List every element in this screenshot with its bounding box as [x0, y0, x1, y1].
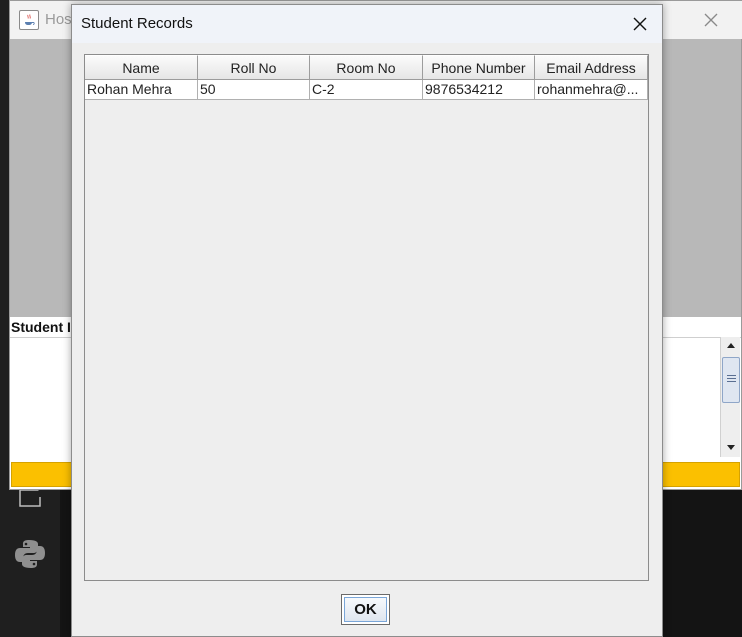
close-icon[interactable] [700, 9, 722, 31]
file-icon[interactable] [18, 488, 44, 508]
column-header-name[interactable]: Name [85, 55, 198, 80]
java-icon [19, 10, 39, 30]
python-icon[interactable] [14, 538, 46, 570]
table-cell[interactable]: 9876534212 [423, 80, 535, 100]
column-header-roll-no[interactable]: Roll No [198, 55, 310, 80]
dialog-title: Student Records [81, 15, 193, 32]
vertical-scrollbar[interactable] [720, 337, 740, 457]
table-header: Name Roll No Room No Phone Number Email … [85, 55, 648, 80]
column-header-email-address[interactable]: Email Address [535, 55, 648, 80]
table-row[interactable]: Rohan Mehra 50 C-2 9876534212 rohanmehra… [85, 80, 648, 100]
table-cell[interactable]: rohanmehra@... [535, 80, 648, 100]
table-body: Rohan Mehra 50 C-2 9876534212 rohanmehra… [85, 80, 648, 100]
records-table[interactable]: Name Roll No Room No Phone Number Email … [84, 54, 649, 581]
section-label: Student I [11, 319, 71, 335]
close-icon[interactable] [629, 13, 651, 35]
dialog-titlebar[interactable]: Student Records [72, 5, 662, 43]
ok-button-label: OK [344, 597, 387, 622]
parent-window-title: Hos [45, 11, 72, 28]
scrollbar-thumb[interactable] [722, 357, 740, 403]
table-cell[interactable]: C-2 [310, 80, 423, 100]
ok-button[interactable]: OK [341, 594, 390, 625]
table-cell[interactable]: Rohan Mehra [85, 80, 198, 100]
column-header-room-no[interactable]: Room No [310, 55, 423, 80]
arrow-down-icon[interactable] [723, 439, 739, 455]
student-records-dialog: Student Records Name Roll No Room No Pho… [71, 4, 663, 637]
column-header-phone-number[interactable]: Phone Number [423, 55, 535, 80]
table-cell[interactable]: 50 [198, 80, 310, 100]
arrow-up-icon[interactable] [723, 338, 739, 354]
